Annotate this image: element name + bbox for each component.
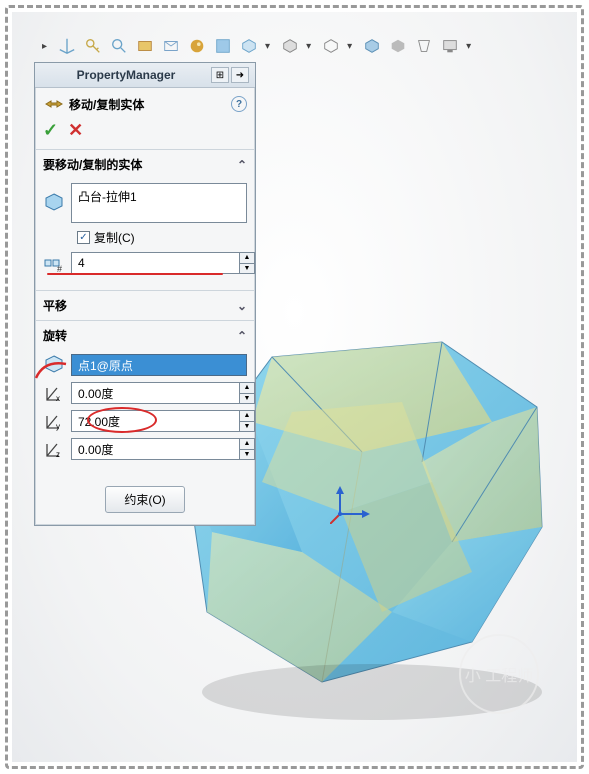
angle-z-input[interactable] (71, 438, 239, 460)
property-manager-panel: PropertyManager ⊞ ➜ 移动/复制实体 ? ✓ ✕ 要移动/复制… (34, 62, 256, 526)
rotate-ref-item: 点1@原点 (78, 357, 133, 374)
pm-header: PropertyManager ⊞ ➜ (35, 63, 255, 88)
cancel-button[interactable]: ✕ (68, 120, 83, 141)
chevron-up-icon: ⌃ (237, 329, 247, 343)
toolbar-nav-arrow-icon[interactable]: ▸ (42, 41, 47, 52)
section-bodies-title: 要移动/复制的实体 (43, 156, 142, 173)
origin-icon[interactable] (57, 36, 77, 56)
shadow-icon[interactable] (388, 36, 408, 56)
appearance-icon[interactable] (187, 36, 207, 56)
section-rotate-title: 旋转 (43, 327, 67, 344)
z-spin-up[interactable]: ▲ (239, 438, 255, 449)
view-toolbar: ▸ ▾ ▾ ▾ ▾ (42, 36, 475, 56)
svg-text:z: z (56, 450, 60, 459)
angle-z-icon: z (43, 438, 65, 460)
count-icon: # (43, 252, 65, 274)
count-spin-up[interactable]: ▲ (239, 252, 255, 263)
render-icon[interactable] (440, 36, 460, 56)
watermark: 小 工程师 (459, 634, 539, 714)
confirm-row: ✓ ✕ (35, 118, 255, 149)
solid-body-icon (43, 192, 65, 214)
feature-title: 移动/复制实体 (69, 96, 144, 113)
display-style-icon[interactable] (280, 36, 300, 56)
hidden-lines-icon[interactable] (321, 36, 341, 56)
section-view-icon[interactable] (135, 36, 155, 56)
arrow-button[interactable]: ➜ (231, 67, 249, 83)
section-bodies: 要移动/复制的实体 ⌃ 凸台-拉伸1 ✓ 复制(C) (35, 149, 255, 290)
axis-ref-icon (43, 354, 65, 376)
viewport-3d[interactable]: ▸ ▾ ▾ ▾ ▾ PropertyManager ⊞ ➜ (12, 12, 577, 762)
dropdown-arrow-icon[interactable]: ▾ (306, 41, 311, 52)
origin-triad-icon[interactable] (330, 484, 370, 524)
svg-text:x: x (56, 394, 60, 403)
dropdown-arrow-icon[interactable]: ▾ (265, 41, 270, 52)
count-spin-down[interactable]: ▼ (239, 263, 255, 275)
help-icon[interactable]: ? (231, 96, 247, 112)
pin-button[interactable]: ⊞ (211, 67, 229, 83)
section-bodies-header[interactable]: 要移动/复制的实体 ⌃ (35, 150, 255, 179)
chevron-up-icon: ⌃ (237, 158, 247, 172)
angle-x-input[interactable] (71, 382, 239, 404)
view-orientation-icon[interactable] (239, 36, 259, 56)
x-spin-up[interactable]: ▲ (239, 382, 255, 393)
edges-shaded-icon[interactable] (362, 36, 382, 56)
dropdown-arrow-icon[interactable]: ▾ (347, 41, 352, 52)
svg-text:y: y (56, 422, 60, 431)
x-spin-down[interactable]: ▼ (239, 393, 255, 405)
copy-count-input[interactable] (71, 252, 239, 274)
section-rotate-header[interactable]: 旋转 ⌃ (35, 321, 255, 350)
chevron-down-icon: ⌄ (237, 299, 247, 313)
section-rotate: 旋转 ⌃ 点1@原点 x ▲▼ y ▲▼ (35, 320, 255, 476)
angle-x-icon: x (43, 382, 65, 404)
z-spin-down[interactable]: ▼ (239, 449, 255, 461)
copy-label: 复制(C) (94, 229, 135, 246)
dropdown-arrow-icon[interactable]: ▾ (466, 41, 471, 52)
bodies-listbox[interactable]: 凸台-拉伸1 (71, 183, 247, 223)
y-spin-up[interactable]: ▲ (239, 410, 255, 421)
rotate-reference-box[interactable]: 点1@原点 (71, 354, 247, 376)
move-copy-icon (43, 94, 63, 114)
constraint-button[interactable]: 约束(O) (105, 486, 184, 513)
perspective-icon[interactable] (414, 36, 434, 56)
section-translate-title: 平移 (43, 297, 67, 314)
section-translate: 平移 ⌄ (35, 290, 255, 320)
body-item: 凸台-拉伸1 (78, 190, 137, 204)
angle-y-icon: y (43, 410, 65, 432)
copy-checkbox[interactable]: ✓ (77, 231, 90, 244)
section-translate-header[interactable]: 平移 ⌄ (35, 291, 255, 320)
angle-y-input[interactable] (71, 410, 239, 432)
zoom-fit-icon[interactable] (109, 36, 129, 56)
zone-icon[interactable] (161, 36, 181, 56)
key-icon[interactable] (83, 36, 103, 56)
pm-title: PropertyManager (41, 68, 211, 82)
y-spin-down[interactable]: ▼ (239, 421, 255, 433)
feature-row: 移动/复制实体 ? (35, 88, 255, 118)
ok-button[interactable]: ✓ (43, 120, 58, 141)
scene-icon[interactable] (213, 36, 233, 56)
svg-text:#: # (57, 264, 62, 274)
